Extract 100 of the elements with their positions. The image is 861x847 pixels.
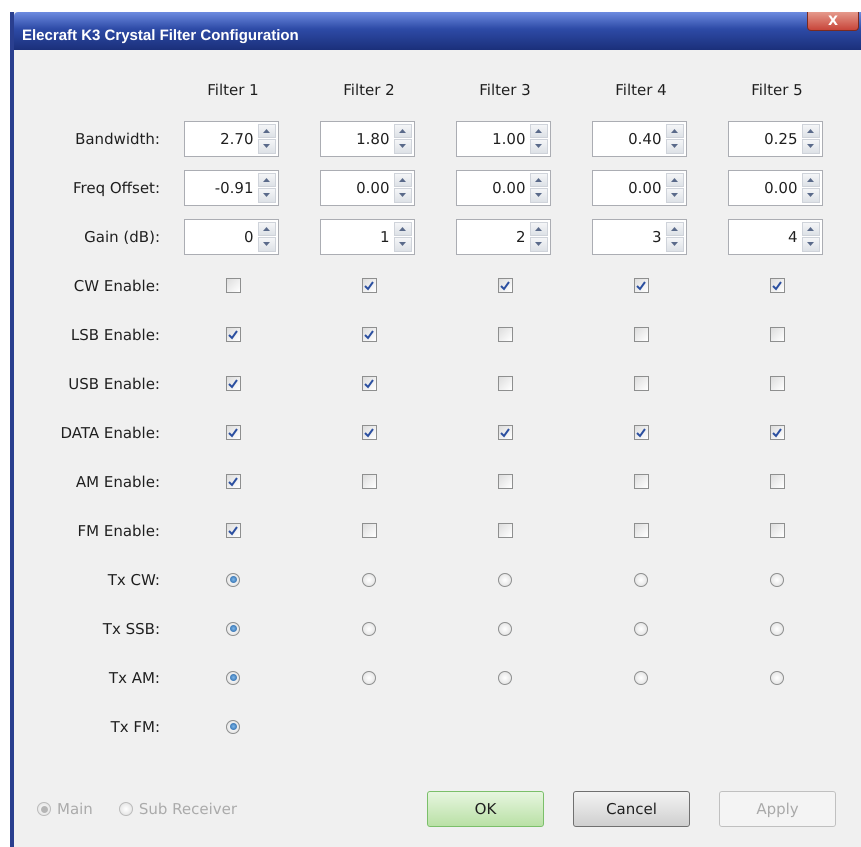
spin-up-button[interactable] <box>802 172 820 187</box>
spinner-field[interactable]: 3 <box>592 218 686 254</box>
checkbox[interactable] <box>770 523 784 538</box>
checkbox[interactable] <box>770 327 784 342</box>
spin-up-button[interactable] <box>802 124 820 138</box>
dialog-button[interactable]: Cancel <box>573 791 690 827</box>
spin-down-button[interactable] <box>258 139 276 154</box>
spin-down-button[interactable] <box>802 139 820 154</box>
radio-button[interactable] <box>362 670 376 684</box>
spin-up-button[interactable] <box>666 172 684 187</box>
checkbox[interactable] <box>498 523 512 538</box>
spin-down-button[interactable] <box>666 188 684 202</box>
checkbox[interactable] <box>770 474 784 489</box>
checkbox[interactable] <box>362 425 376 440</box>
spinner-field[interactable]: 0.00 <box>728 170 822 206</box>
spin-up-button[interactable] <box>394 172 412 187</box>
radio-button[interactable] <box>770 670 784 684</box>
checkbox[interactable] <box>498 376 512 391</box>
checkbox[interactable] <box>498 278 512 293</box>
spin-down-button[interactable] <box>666 139 684 154</box>
checkbox[interactable] <box>226 327 240 342</box>
spinner-field[interactable]: 0.00 <box>456 170 550 206</box>
spinner-field[interactable]: 2 <box>456 218 550 254</box>
radio-button[interactable] <box>770 572 784 586</box>
radio-button[interactable] <box>226 670 240 684</box>
checkbox[interactable] <box>226 278 240 293</box>
radio-button[interactable] <box>226 622 240 636</box>
checkbox[interactable] <box>770 376 784 391</box>
dialog-button[interactable]: OK <box>427 791 544 827</box>
radio-button[interactable] <box>226 572 240 586</box>
up-arrow-icon <box>399 128 406 133</box>
checkbox[interactable] <box>362 327 376 342</box>
spin-up-button[interactable] <box>394 124 412 138</box>
spin-up-button[interactable] <box>258 124 276 138</box>
spin-down-button[interactable] <box>394 139 412 154</box>
checkbox[interactable] <box>498 327 512 342</box>
spin-up-button[interactable] <box>394 222 412 236</box>
checkbox[interactable] <box>634 523 648 538</box>
spin-down-button[interactable] <box>802 188 820 202</box>
spinner-field[interactable]: 4 <box>728 218 822 254</box>
spin-up-button[interactable] <box>530 124 548 138</box>
spin-up-button[interactable] <box>666 124 684 138</box>
checkbox[interactable] <box>498 425 512 440</box>
checkbox[interactable] <box>362 474 376 489</box>
radio-button[interactable] <box>498 572 512 586</box>
spinner-field[interactable]: -0.91 <box>184 170 278 206</box>
spinner-field[interactable]: 0.25 <box>728 120 822 156</box>
checkbox[interactable] <box>770 425 784 440</box>
spin-down-button[interactable] <box>394 188 412 202</box>
checkbox[interactable] <box>634 327 648 342</box>
spin-down-button[interactable] <box>530 237 548 252</box>
radio-button[interactable] <box>634 572 648 586</box>
spinner-field[interactable]: 0 <box>184 218 278 254</box>
checkbox[interactable] <box>362 376 376 391</box>
spin-down-button[interactable] <box>394 237 412 252</box>
checkbox[interactable] <box>362 278 376 293</box>
checkbox[interactable] <box>634 376 648 391</box>
spin-down-button[interactable] <box>530 188 548 202</box>
checkbox[interactable] <box>226 474 240 489</box>
radio-button[interactable] <box>226 720 240 734</box>
radio-button[interactable] <box>362 622 376 636</box>
radio-button[interactable] <box>770 622 784 636</box>
radio-button[interactable] <box>634 622 648 636</box>
radio-button[interactable] <box>498 670 512 684</box>
spinner-field[interactable]: 1.80 <box>320 120 414 156</box>
down-arrow-icon <box>807 193 814 198</box>
checkbox[interactable] <box>770 278 784 293</box>
spin-up-button[interactable] <box>802 222 820 236</box>
spinner-field[interactable]: 1.00 <box>456 120 550 156</box>
spin-down-button[interactable] <box>258 237 276 252</box>
spin-up-button[interactable] <box>258 172 276 187</box>
spin-up-button[interactable] <box>666 222 684 236</box>
spinner-field[interactable]: 2.70 <box>184 120 278 156</box>
spinner-field[interactable]: 1 <box>320 218 414 254</box>
row-label: AM Enable: <box>76 472 160 490</box>
radio-button[interactable] <box>362 572 376 586</box>
checkbox[interactable] <box>634 278 648 293</box>
checkbox[interactable] <box>362 523 376 538</box>
radio-button[interactable] <box>498 622 512 636</box>
spin-up-button[interactable] <box>258 222 276 236</box>
down-arrow-icon <box>807 144 814 148</box>
checkbox[interactable] <box>498 474 512 489</box>
spinner-field[interactable]: 0.40 <box>592 120 686 156</box>
spin-down-button[interactable] <box>530 139 548 154</box>
checkbox[interactable] <box>226 523 240 538</box>
spin-up-button[interactable] <box>530 172 548 187</box>
down-arrow-icon <box>399 242 406 246</box>
checkbox[interactable] <box>226 376 240 391</box>
radio-button[interactable] <box>634 670 648 684</box>
spin-down-button[interactable] <box>258 188 276 202</box>
spinner-field[interactable]: 0.00 <box>320 170 414 206</box>
checkbox[interactable] <box>634 474 648 489</box>
spinner-field[interactable]: 0.00 <box>592 170 686 206</box>
checkbox[interactable] <box>634 425 648 440</box>
checkbox[interactable] <box>226 425 240 440</box>
down-arrow-icon <box>535 242 542 246</box>
row-label: USB Enable: <box>68 374 160 392</box>
spin-up-button[interactable] <box>530 222 548 236</box>
spin-down-button[interactable] <box>666 237 684 252</box>
spin-down-button[interactable] <box>802 237 820 252</box>
